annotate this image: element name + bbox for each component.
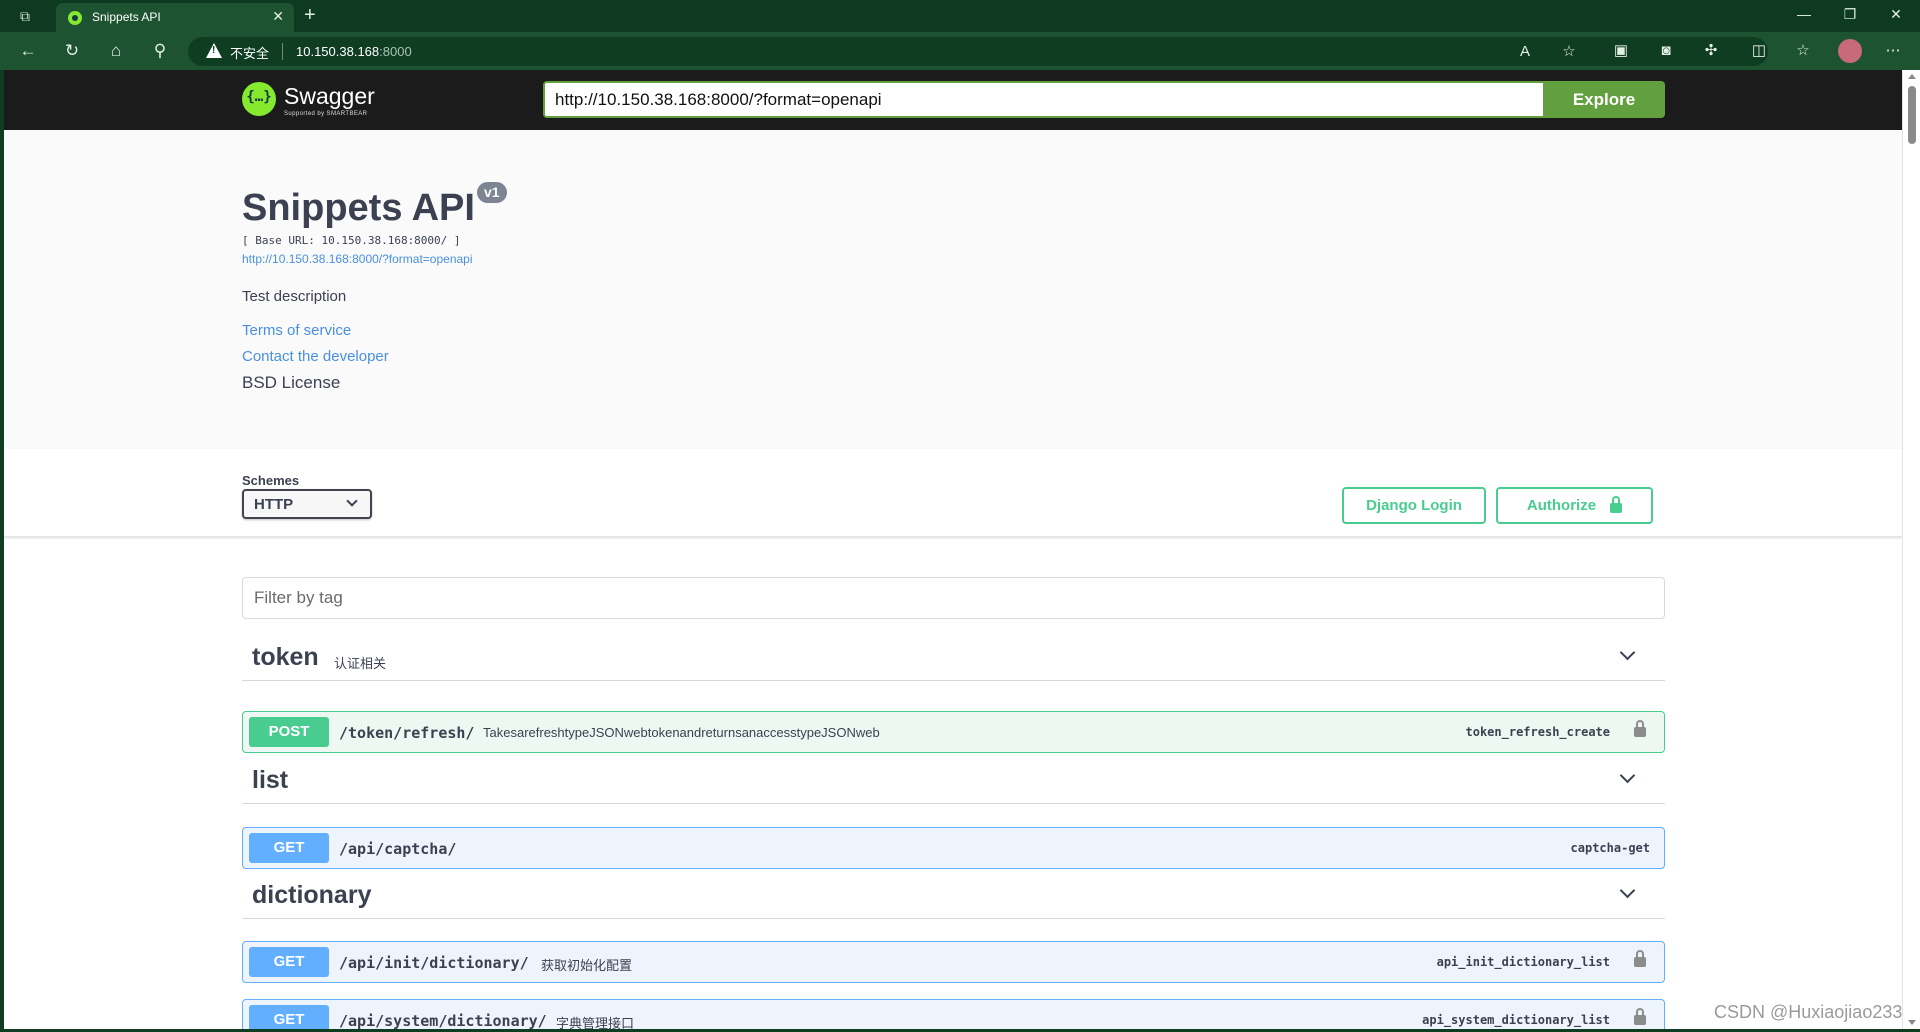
api-title: Snippets API: [242, 187, 475, 229]
scheme-select[interactable]: HTTP: [242, 489, 372, 519]
method-badge: POST: [249, 717, 329, 747]
scheme-container: Schemes HTTP Django Login Authorize: [4, 449, 1902, 537]
tag-section-token[interactable]: token 认证相关: [242, 633, 1665, 681]
favorites-icon[interactable]: ☆: [1792, 41, 1814, 61]
tag-section-dictionary[interactable]: dictionary: [242, 871, 1665, 919]
filter-by-tag-input[interactable]: [242, 577, 1665, 619]
page-scrollbar[interactable]: [1902, 70, 1920, 1029]
tab-title: Snippets API: [92, 10, 161, 24]
operation-path: /api/system/dictionary/: [339, 1012, 547, 1029]
operation-summary: TakesarefreshtypeJSONwebtokenandreturnsa…: [483, 725, 880, 740]
api-info: Snippets API v1 [ Base URL: 10.150.38.16…: [4, 130, 1902, 449]
tracker-icon[interactable]: ◙: [1655, 41, 1677, 61]
back-icon[interactable]: ←: [16, 40, 40, 62]
explore-button[interactable]: Explore: [1543, 81, 1665, 118]
browser-toolbar: ← ↻ ⌂ ⚲ 不安全 10.150.38.168:8000 A ☆ ▣ ◙ ✣…: [0, 32, 1920, 70]
tag-name: dictionary: [252, 881, 372, 909]
more-menu-icon[interactable]: ⋯: [1882, 41, 1904, 61]
operation-id: captcha-get: [1570, 841, 1650, 855]
operation-path: /api/init/dictionary/: [339, 954, 529, 972]
operation-post-token-refresh[interactable]: POST /token/refresh/ TakesarefreshtypeJS…: [242, 711, 1665, 753]
operation-id: api_system_dictionary_list: [1422, 1013, 1610, 1027]
tag-name: token: [252, 643, 319, 671]
tab-close-icon[interactable]: ✕: [272, 8, 284, 25]
chevron-down-icon[interactable]: [1619, 882, 1636, 899]
chevron-down-icon[interactable]: [1619, 767, 1636, 784]
contact-developer-link[interactable]: Contact the developer: [242, 348, 389, 365]
scroll-down-icon[interactable]: [1908, 1020, 1916, 1025]
swagger-favicon-icon: [68, 11, 82, 25]
extension-icon[interactable]: ▣: [1610, 41, 1632, 61]
page-viewport: {…} Swagger Supported by SMARTBEAR Explo…: [4, 70, 1902, 1029]
read-aloud-icon[interactable]: A: [1514, 42, 1536, 62]
extensions-puzzle-icon[interactable]: ✣: [1700, 41, 1722, 61]
operation-id: token_refresh_create: [1465, 725, 1611, 739]
tag-section-list[interactable]: list: [242, 756, 1665, 804]
license-text: BSD License: [242, 373, 341, 392]
warning-icon: [206, 43, 222, 58]
favorite-star-icon[interactable]: ☆: [1558, 42, 1580, 62]
schemes-label: Schemes: [242, 473, 300, 488]
swagger-brand-sub: Supported by SMARTBEAR: [284, 111, 368, 117]
browser-tab-strip: ⧉ Snippets API ✕ + — ❐ ✕: [0, 0, 1920, 32]
scheme-select-value: HTTP: [254, 496, 294, 513]
swagger-logo-icon: {…}: [242, 82, 276, 116]
address-url: 10.150.38.168:8000: [296, 44, 412, 59]
lock-icon[interactable]: [1634, 950, 1646, 967]
base-url: [ Base URL: 10.150.38.168:8000/ ]: [242, 234, 461, 247]
operation-id: api_init_dictionary_list: [1436, 955, 1610, 969]
api-description: Test description: [242, 288, 347, 305]
operation-summary: 获取初始化配置: [541, 958, 633, 973]
tag-name: list: [252, 766, 289, 794]
restore-icon[interactable]: ❐: [1840, 6, 1860, 23]
chevron-down-icon[interactable]: [1619, 644, 1636, 661]
spec-link[interactable]: http://10.150.38.168:8000/?format=openap…: [242, 252, 473, 266]
scroll-up-icon[interactable]: [1908, 74, 1916, 79]
refresh-icon[interactable]: ↻: [60, 40, 84, 62]
operation-get-api-system-dictionary[interactable]: GET /api/system/dictionary/ 字典管理接口 api_s…: [242, 999, 1665, 1029]
authorize-label: Authorize: [1526, 497, 1597, 514]
minimize-icon[interactable]: —: [1794, 6, 1814, 22]
profile-avatar[interactable]: [1838, 39, 1862, 63]
operation-path: /api/captcha/: [339, 840, 457, 858]
operation-path: /token/refresh/: [339, 724, 475, 742]
window-close-icon[interactable]: ✕: [1886, 6, 1906, 23]
tag-description: 认证相关: [334, 656, 387, 671]
authorize-button[interactable]: Authorize: [1496, 487, 1653, 524]
method-badge: GET: [249, 833, 329, 863]
django-login-label: Django Login: [1366, 497, 1462, 514]
new-tab-icon[interactable]: +: [304, 3, 316, 27]
split-screen-icon[interactable]: ◫: [1748, 41, 1770, 61]
method-badge: GET: [249, 1005, 329, 1029]
terms-of-service-link[interactable]: Terms of service: [242, 322, 351, 339]
swagger-brand: Swagger: [284, 83, 375, 109]
lock-icon[interactable]: [1634, 720, 1646, 737]
operation-get-api-init-dictionary[interactable]: GET /api/init/dictionary/ 获取初始化配置 api_in…: [242, 941, 1665, 983]
version-badge: v1: [477, 182, 507, 203]
home-icon[interactable]: ⌂: [104, 40, 128, 62]
operation-summary: 字典管理接口: [556, 1016, 635, 1029]
unlock-icon: [1610, 496, 1623, 514]
watermark: CSDN @Huxiaojiao233: [1714, 1002, 1903, 1022]
address-divider: [282, 43, 283, 60]
search-icon[interactable]: ⚲: [148, 40, 172, 62]
method-badge: GET: [249, 947, 329, 977]
address-bar[interactable]: 不安全 10.150.38.168:8000 A ☆: [188, 37, 1768, 66]
scrollbar-thumb[interactable]: [1908, 86, 1916, 144]
insecure-label: 不安全: [230, 46, 270, 61]
spec-url-input[interactable]: [543, 81, 1543, 118]
address-port: :8000: [379, 44, 412, 59]
address-host: 10.150.38.168: [296, 44, 380, 59]
django-login-button[interactable]: Django Login: [1342, 487, 1486, 524]
operation-get-api-captcha[interactable]: GET /api/captcha/ captcha-get: [242, 827, 1665, 869]
browser-tab[interactable]: Snippets API ✕: [56, 3, 294, 32]
chevron-down-icon: [346, 495, 358, 507]
swagger-topbar: {…} Swagger Supported by SMARTBEAR Explo…: [4, 70, 1902, 130]
tab-actions-icon[interactable]: ⧉: [14, 6, 36, 26]
lock-icon[interactable]: [1634, 1008, 1646, 1025]
